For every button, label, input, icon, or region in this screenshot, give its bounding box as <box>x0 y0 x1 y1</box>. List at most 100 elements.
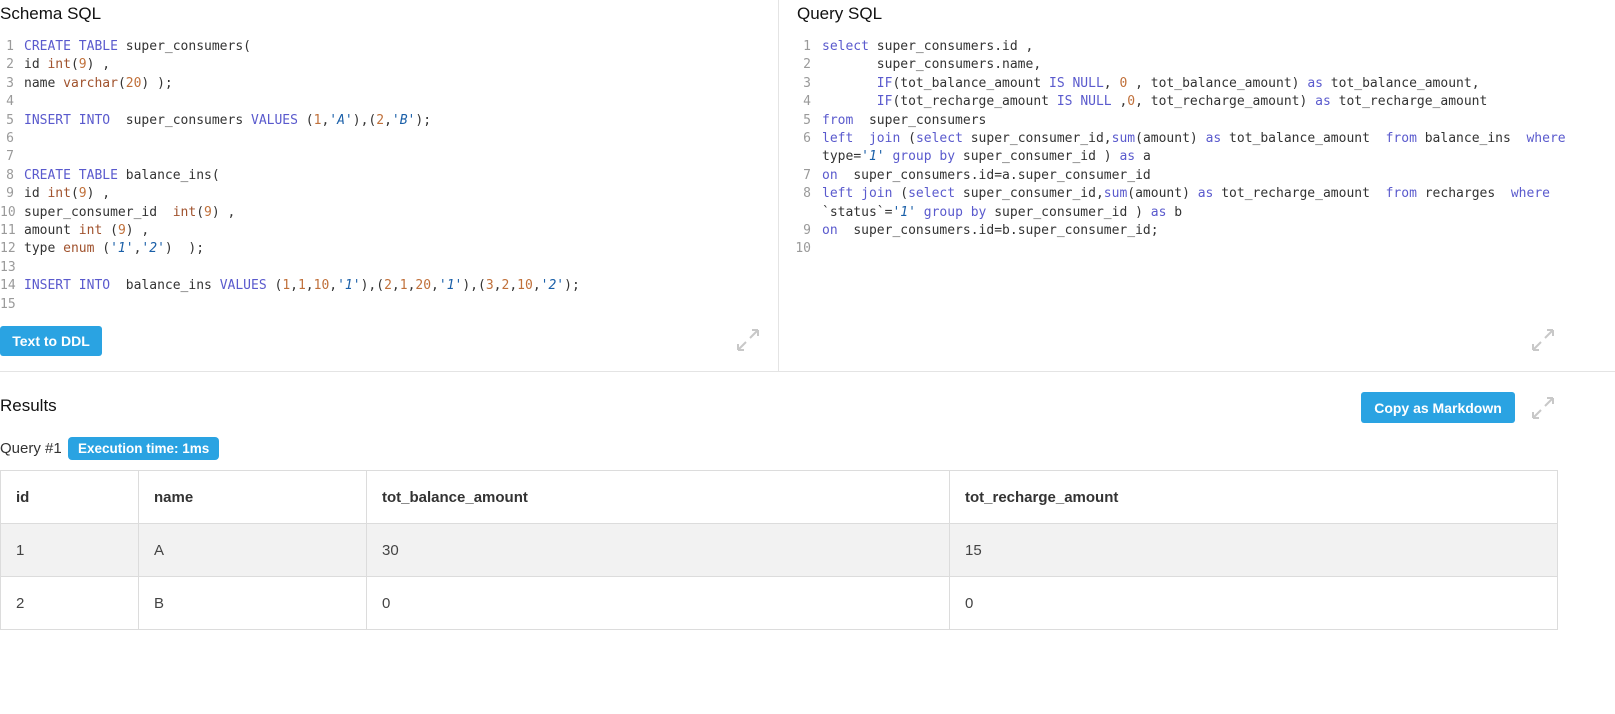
table-cell: 0 <box>949 576 1558 630</box>
code-line: 5 from super_consumers <box>779 112 1615 130</box>
code-text: name varchar(20) ); <box>24 75 173 91</box>
results-table: id name tot_balance_amount tot_recharge_… <box>0 470 1558 630</box>
code-text: type enum ('1','2') ); <box>24 241 205 257</box>
line-number: 3 <box>803 75 811 91</box>
table-cell: A <box>138 523 367 577</box>
expand-icon[interactable] <box>1529 326 1557 354</box>
table-row: 2 B 0 0 <box>0 576 1558 630</box>
code-line: 2 id int(9) , <box>0 56 775 74</box>
table-row: 1 A 30 15 <box>0 523 1558 577</box>
code-text: left join (select super_consumer_id,sum(… <box>822 186 1558 220</box>
copy-as-markdown-button[interactable]: Copy as Markdown <box>1361 392 1515 423</box>
line-number: 1 <box>803 39 811 54</box>
code-line: 7 <box>0 148 775 166</box>
line-number: 5 <box>803 112 811 128</box>
expand-icon[interactable] <box>734 326 762 354</box>
code-text: IF(tot_recharge_amount IS NULL ,0, tot_r… <box>876 94 1488 110</box>
code-line: 1 select super_consumers.id , <box>779 38 1615 56</box>
line-number: 1 <box>6 39 14 54</box>
code-text: super_consumer_id int(9) , <box>24 204 236 220</box>
code-text: select super_consumers.id , <box>822 39 1034 54</box>
code-text: CREATE TABLE super_consumers( <box>24 39 251 54</box>
line-number: 3 <box>6 75 14 91</box>
code-line: 10 super_consumer_id int(9) , <box>0 204 775 222</box>
code-line: 9 on super_consumers.id=b.super_consumer_… <box>779 222 1615 240</box>
execution-time-badge: Execution time: 1ms <box>68 437 220 460</box>
line-number: 4 <box>6 94 14 110</box>
code-line: 2 super_consumers.name, <box>779 56 1615 74</box>
line-number: 10 <box>0 204 16 220</box>
line-number: 2 <box>803 57 811 73</box>
code-line: 11 amount int (9) , <box>0 222 775 240</box>
code-line: 9 id int(9) , <box>0 185 775 203</box>
line-number: 7 <box>6 149 14 165</box>
code-line: 3 name varchar(20) ); <box>0 75 775 93</box>
section-divider <box>0 371 1615 372</box>
code-line: 1 CREATE TABLE super_consumers( <box>0 38 775 56</box>
schema-pane: Schema SQL 1 CREATE TABLE super_consumers… <box>0 0 778 372</box>
query-label: Query #1 <box>0 440 62 457</box>
code-text: IF(tot_balance_amount IS NULL, 0 , tot_b… <box>876 75 1480 91</box>
code-text: INSERT INTO super_consumers VALUES (1,'A… <box>24 112 432 128</box>
code-text: left join (select super_consumer_id,sum(… <box>822 131 1566 165</box>
code-text: id int(9) , <box>24 57 111 73</box>
code-line: 8 CREATE TABLE balance_ins( <box>0 167 775 185</box>
code-line: 10 <box>779 240 1615 258</box>
code-line: 4 <box>0 93 775 111</box>
code-text: INSERT INTO balance_ins VALUES (1,1,10,'… <box>24 278 580 294</box>
column-header: tot_balance_amount <box>366 470 950 524</box>
code-line: 6 <box>0 130 775 148</box>
line-number: 15 <box>0 296 16 308</box>
line-number: 13 <box>0 259 16 275</box>
column-header: id <box>0 470 139 524</box>
code-text: from super_consumers <box>822 112 987 128</box>
code-line: 15 <box>0 296 775 308</box>
code-line: 13 <box>0 259 775 277</box>
line-number: 4 <box>803 94 811 110</box>
line-number: 8 <box>6 167 14 183</box>
table-cell: 30 <box>366 523 950 577</box>
column-header: name <box>138 470 367 524</box>
code-line: 4 IF(tot_recharge_amount IS NULL ,0, tot… <box>779 93 1615 111</box>
column-header: tot_recharge_amount <box>949 470 1558 524</box>
query-pane: Query SQL 1 select super_consumers.id , 2 … <box>779 0 1615 372</box>
code-text: amount int (9) , <box>24 223 150 239</box>
code-text: on super_consumers.id=a.super_consumer_i… <box>822 167 1151 183</box>
text-to-ddl-button[interactable]: Text to DDL <box>0 326 102 356</box>
code-line: 14 INSERT INTO balance_ins VALUES (1,1,10… <box>0 277 775 295</box>
code-text: super_consumers.name, <box>876 57 1042 73</box>
code-line: 12 type enum ('1','2') ); <box>0 240 775 258</box>
code-line: 5 INSERT INTO super_consumers VALUES (1,'… <box>0 112 775 130</box>
line-number: 10 <box>795 241 811 257</box>
table-cell: 0 <box>366 576 950 630</box>
table-cell: 15 <box>949 523 1558 577</box>
table-cell: B <box>138 576 367 630</box>
line-number: 7 <box>803 167 811 183</box>
code-line: 8 left join (select super_consumer_id,sum… <box>779 185 1615 222</box>
line-number: 5 <box>6 112 14 128</box>
line-number: 8 <box>803 186 811 202</box>
line-number: 6 <box>6 131 14 147</box>
expand-icon[interactable] <box>1529 394 1557 422</box>
code-text: on super_consumers.id=b.super_consumer_i… <box>822 223 1159 239</box>
line-number: 14 <box>0 278 16 294</box>
line-number: 12 <box>0 241 16 257</box>
line-number: 11 <box>0 223 16 239</box>
schema-title: Schema SQL <box>0 4 102 23</box>
line-number: 2 <box>6 57 14 73</box>
schema-editor[interactable]: 1 CREATE TABLE super_consumers( 2 id int(9)… <box>0 38 775 308</box>
line-number: 9 <box>803 223 811 239</box>
line-number: 6 <box>803 131 811 147</box>
line-number: 9 <box>6 186 14 202</box>
code-line: 6 left join (select super_consumer_id,sum… <box>779 130 1615 167</box>
table-header-row: id name tot_balance_amount tot_recharge_… <box>0 470 1558 524</box>
query-editor[interactable]: 1 select super_consumers.id , 2 super_cons… <box>779 38 1615 278</box>
results-title: Results <box>0 396 57 415</box>
code-text: CREATE TABLE balance_ins( <box>24 167 220 183</box>
